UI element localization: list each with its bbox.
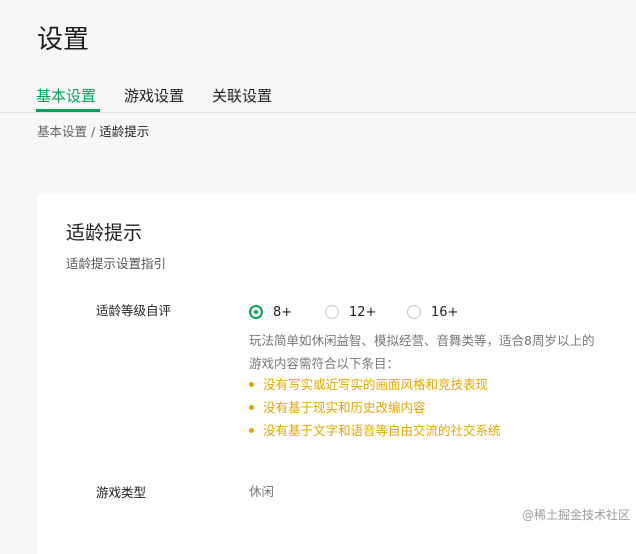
breadcrumb-current: 适龄提示 (99, 124, 150, 139)
tab-game-settings[interactable]: 游戏设置 (124, 86, 184, 106)
age-rating-radio-12plus[interactable]: 12+ (325, 302, 376, 322)
age-rating-radio-8plus[interactable]: 8+ (249, 302, 292, 322)
card-title: 适龄提示 (66, 222, 143, 244)
requirement-item: 没有基于文字和语音等自由交流的社交系统 (249, 422, 501, 445)
game-type-label: 游戏类型 (96, 485, 147, 500)
radio-unchecked-icon (325, 305, 339, 319)
breadcrumb-separator: / (91, 124, 96, 139)
game-type-value: 休闲 (249, 484, 275, 499)
card-subtitle-guide-link[interactable]: 适龄提示设置指引 (66, 255, 166, 273)
age-rating-label: 适龄等级自评 (96, 303, 172, 318)
radio-label: 16+ (431, 304, 459, 320)
breadcrumb-parent-link[interactable]: 基本设置 (37, 124, 87, 139)
radio-label: 12+ (349, 304, 377, 320)
tab-bar: 基本设置 游戏设置 关联设置 (0, 82, 636, 113)
breadcrumb: 基本设置 / 适龄提示 (37, 123, 149, 141)
requirement-item: 没有基于现实和历史改编内容 (249, 399, 501, 422)
age-tip-card: 适龄提示 适龄提示设置指引 适龄等级自评 8+ 12+ 16+ 玩法简单如休闲益… (37, 194, 636, 554)
requirement-item: 没有写实或近写实的画面风格和竞技表现 (249, 376, 501, 399)
watermark: @稀土掘金技术社区 (521, 508, 630, 522)
tab-basic-settings[interactable]: 基本设置 (36, 86, 96, 106)
requirements-list: 没有写实或近写实的画面风格和竞技表现 没有基于现实和历史改编内容 没有基于文字和… (249, 376, 501, 445)
active-tab-indicator (36, 109, 100, 112)
age-rating-requirements-intro: 游戏内容需符合以下条目： (249, 356, 400, 371)
tab-linked-settings[interactable]: 关联设置 (212, 86, 272, 106)
age-rating-radio-16plus[interactable]: 16+ (407, 302, 458, 322)
age-rating-description: 玩法简单如休闲益智、模拟经营、音舞类等，适合8周岁以上的 (249, 333, 595, 348)
page-title: 设置 (37, 25, 90, 55)
radio-unchecked-icon (407, 305, 421, 319)
radio-checked-icon (249, 305, 263, 319)
radio-label: 8+ (273, 304, 293, 320)
